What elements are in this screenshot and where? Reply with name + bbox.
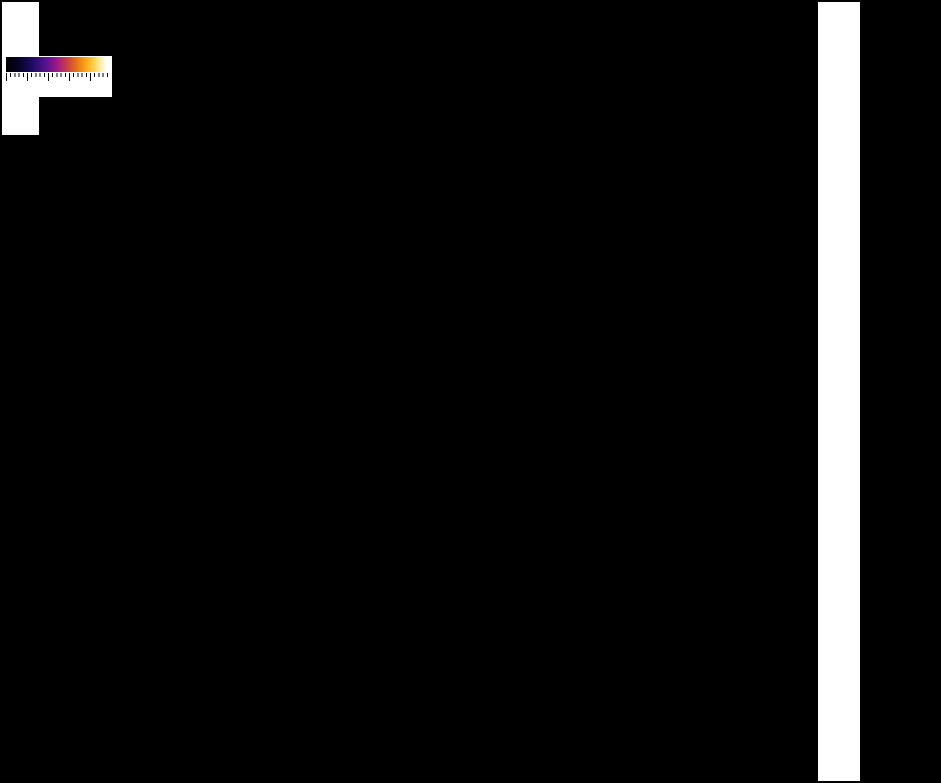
frequency-axis-ticks: [818, 0, 860, 783]
frequency-axis: [818, 0, 860, 783]
waterfall-spectrogram: [2, 2, 818, 781]
color-scale-ticks: [6, 73, 111, 81]
spectrum-graph-panel: [860, 0, 941, 783]
color-gradient-bar: [6, 57, 111, 72]
db-color-scale-legend: [5, 56, 112, 97]
spectrum-lab-capture: [0, 0, 941, 783]
